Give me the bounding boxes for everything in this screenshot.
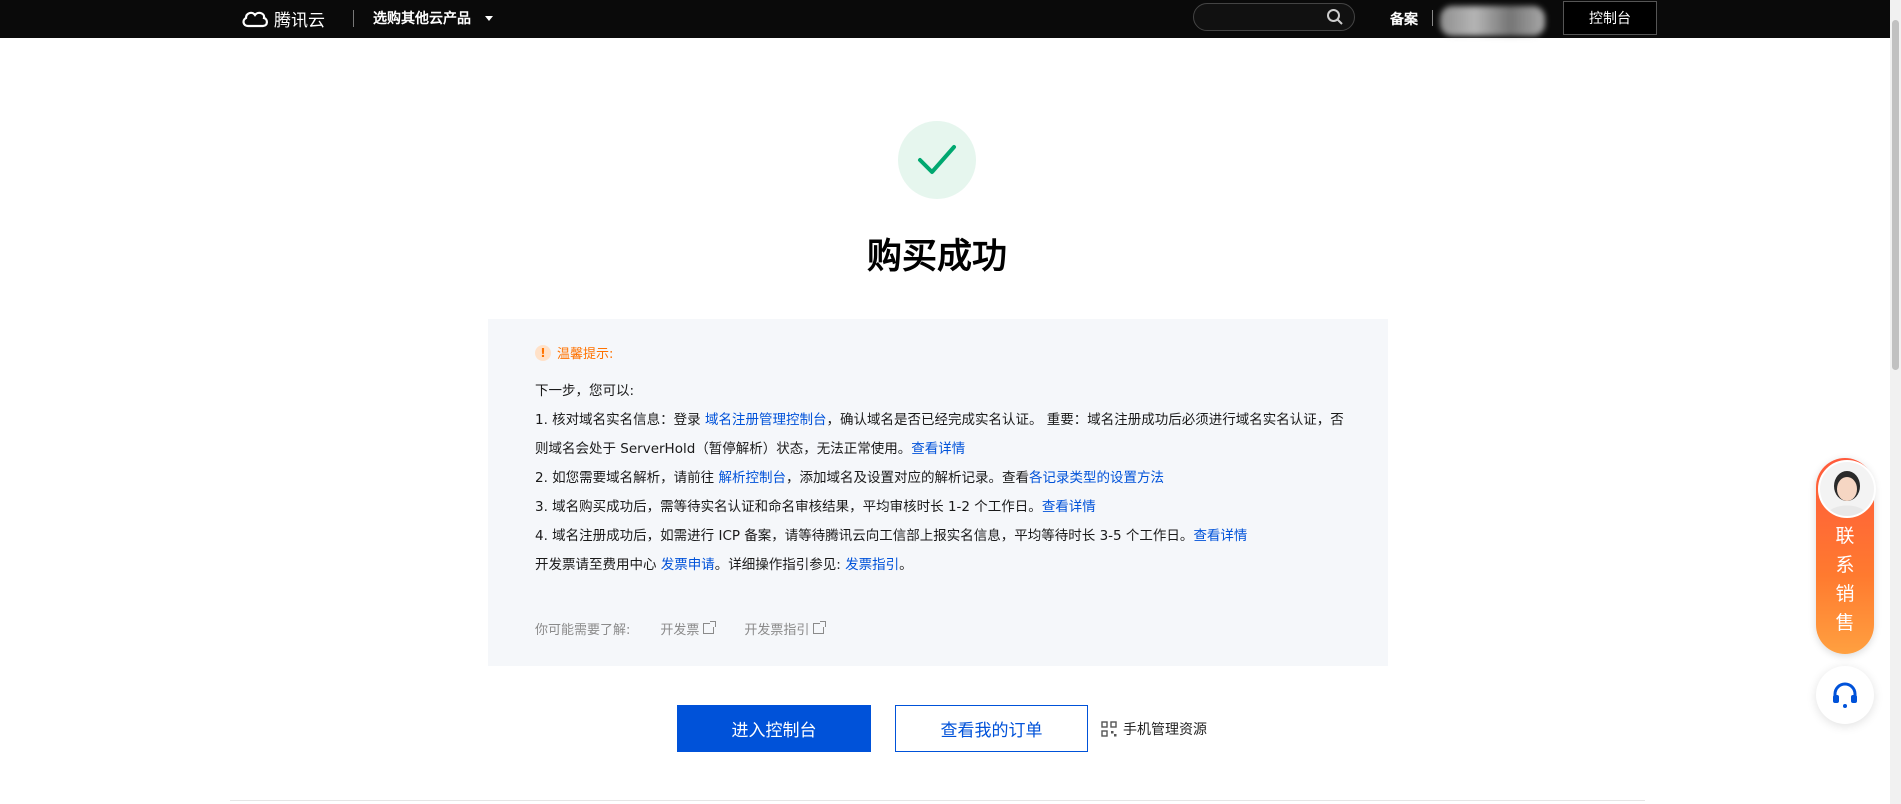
tip-heading: ! 温馨提示: xyxy=(535,343,613,362)
tip-item-1: 1. 核对域名实名信息：登录 域名注册管理控制台，确认域名是否已经完成实名认证。… xyxy=(535,406,1355,464)
tip-invoice-text: 开发票请至费用中心 xyxy=(535,557,661,573)
page-title: 购买成功 xyxy=(866,237,1007,277)
contact-sales-text: 联系销售 xyxy=(1835,525,1855,634)
beian-link[interactable]: 备案 xyxy=(1390,9,1418,29)
tip-invoice-text-c: 。 xyxy=(899,557,913,573)
logo-text: 腾讯云 xyxy=(274,11,325,31)
domain-console-link[interactable]: 域名注册管理控制台 xyxy=(705,412,827,428)
products-label: 选购其他云产品 xyxy=(373,11,471,27)
nav-divider xyxy=(353,10,354,27)
mobile-manage-text: 手机管理资源 xyxy=(1123,722,1207,738)
tip-item-1-text: 1. 核对域名实名信息：登录 xyxy=(535,412,705,428)
cloud-logo-icon xyxy=(242,11,268,27)
bottom-divider xyxy=(230,800,1645,801)
tencent-cloud-logo[interactable]: 腾讯云 xyxy=(240,6,325,31)
success-check-icon xyxy=(898,121,976,199)
nav-separator xyxy=(1432,10,1433,26)
tip-item-1-details-link[interactable]: 查看详情 xyxy=(911,441,965,457)
hint-label: 你可能需要了解: xyxy=(535,623,631,638)
external-link-icon xyxy=(703,621,717,634)
tip-invoice-text-b: 。详细操作指引参见: xyxy=(714,557,846,573)
record-types-link[interactable]: 各记录类型的设置方法 xyxy=(1029,470,1164,486)
tip-lines: 下一步，您可以: 1. 核对域名实名信息：登录 域名注册管理控制台，确认域名是否… xyxy=(535,377,1355,580)
mobile-manage-link[interactable]: 手机管理资源 xyxy=(1101,719,1207,739)
tip-item-3-details-link[interactable]: 查看详情 xyxy=(1042,499,1096,515)
qr-code-icon xyxy=(1101,721,1117,737)
invoice-apply-link[interactable]: 发票申请 xyxy=(661,557,715,573)
contact-sales-float[interactable]: 联系销售 xyxy=(1816,458,1876,654)
tip-item-3-text: 3. 域名购买成功后，需等待实名认证和命名审核结果，平均审核时长 1-2 个工作… xyxy=(535,499,1042,515)
caret-down-icon xyxy=(485,15,493,21)
user-account-blurred[interactable] xyxy=(1440,6,1545,36)
tip-heading-text: 温馨提示: xyxy=(557,347,614,362)
top-navbar: 腾讯云 选购其他云产品 备案 控制台 xyxy=(0,0,1890,38)
tip-invoice: 开发票请至费用中心 发票申请。详细操作指引参见: 发票指引。 xyxy=(535,551,1355,580)
view-orders-button[interactable]: 查看我的订单 xyxy=(895,705,1088,752)
tip-panel: ! 温馨提示: 下一步，您可以: 1. 核对域名实名信息：登录 域名注册管理控制… xyxy=(488,319,1388,666)
page-scrollbar[interactable] xyxy=(1890,0,1901,804)
tip-item-2-text: 2. 如您需要域名解析，请前往 xyxy=(535,470,719,486)
invoice-guide-link[interactable]: 发票指引 xyxy=(845,557,899,573)
tip-item-2-text-b: ，添加域名及设置对应的解析记录。查看 xyxy=(785,470,1029,486)
warning-icon: ! xyxy=(535,344,551,361)
headset-icon xyxy=(1833,682,1857,708)
tip-item-4-text: 4. 域名注册成功后，如需进行 ICP 备案，请等待腾讯云向工信部上报实名信息，… xyxy=(535,528,1194,544)
external-link-icon xyxy=(813,621,827,634)
hint-invoice-link[interactable]: 开发票 xyxy=(660,619,717,638)
sales-avatar xyxy=(1818,460,1876,518)
search-box[interactable] xyxy=(1193,3,1355,31)
console-top-button[interactable]: 控制台 xyxy=(1563,1,1657,35)
dns-console-link[interactable]: 解析控制台 xyxy=(718,470,786,486)
customer-support-button[interactable] xyxy=(1816,666,1874,724)
tip-item-4: 4. 域名注册成功后，如需进行 ICP 备案，请等待腾讯云向工信部上报实名信息，… xyxy=(535,522,1355,551)
search-input[interactable] xyxy=(1204,7,1318,27)
scrollbar-thumb[interactable] xyxy=(1892,20,1899,370)
tip-item-2: 2. 如您需要域名解析，请前往 解析控制台，添加域名及设置对应的解析记录。查看各… xyxy=(535,464,1355,493)
tip-item-3: 3. 域名购买成功后，需等待实名认证和命名审核结果，平均审核时长 1-2 个工作… xyxy=(535,493,1355,522)
tip-intro: 下一步，您可以: xyxy=(535,383,635,399)
search-icon[interactable] xyxy=(1326,8,1344,26)
hint-invoice-text: 开发票 xyxy=(660,623,700,638)
enter-console-button[interactable]: 进入控制台 xyxy=(677,705,871,752)
hint-row: 你可能需要了解: 开发票 开发票指引 xyxy=(535,619,827,638)
tip-item-4-details-link[interactable]: 查看详情 xyxy=(1193,528,1247,544)
hint-invoice-guide-text: 开发票指引 xyxy=(744,623,810,638)
hint-invoice-guide-link[interactable]: 开发票指引 xyxy=(744,619,827,638)
products-dropdown[interactable]: 选购其他云产品 xyxy=(373,8,493,28)
